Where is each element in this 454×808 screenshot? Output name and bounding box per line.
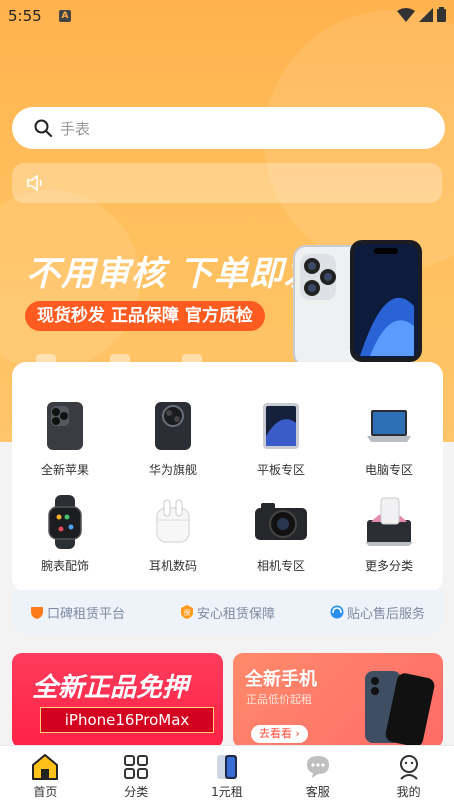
iphone-icon (37, 398, 93, 454)
home-icon (32, 754, 59, 780)
tab-label: 客服 (305, 785, 330, 799)
category-label: 相机专区 (256, 559, 305, 573)
guarantee-item: 贴心售后服务 (330, 603, 425, 622)
badge-icon: 保 (180, 605, 193, 619)
notification-badge-icon: A (59, 10, 71, 22)
tab-category[interactable]: 分类 (91, 746, 182, 808)
earbuds-icon (145, 494, 201, 550)
guarantee-item: 保 安心租赁保障 (180, 603, 275, 622)
guarantee-label: 口碑租赁平台 (47, 606, 126, 622)
promo-title: 全新正品免押 (32, 673, 189, 703)
guarantee-label: 安心租赁保障 (196, 606, 275, 622)
camera-icon (253, 494, 309, 550)
chat-icon (306, 756, 329, 778)
category-item[interactable]: 耳机数码 (123, 494, 223, 574)
banner-headline: 不用审核 下单即发 (26, 254, 319, 294)
more-icon (361, 494, 417, 550)
phone-thumb-icon (216, 755, 237, 779)
category-item[interactable]: 腕表配饰 (15, 494, 115, 574)
category-label: 耳机数码 (148, 559, 197, 573)
search-input[interactable]: 手表 (12, 107, 445, 149)
status-time: 5:55 (8, 7, 42, 25)
category-label: 腕表配饰 (40, 559, 89, 573)
tablet-icon (253, 398, 309, 454)
tab-label: 分类 (124, 785, 149, 799)
view-button[interactable]: 去看看 › (251, 725, 308, 743)
banner-tagline: 现货秒发 正品保障 官方质检 (25, 301, 265, 331)
watch-icon (37, 494, 93, 550)
phone-product-image (365, 671, 435, 747)
speaker-icon (27, 175, 42, 191)
tab-label: 1元租 (211, 785, 243, 799)
status-bar: 5:55 A (0, 0, 454, 32)
signal-icon (419, 7, 433, 22)
grid-icon (124, 755, 149, 779)
category-label: 平板专区 (256, 463, 305, 477)
shield-icon (31, 607, 43, 619)
iphone-product-image (293, 240, 422, 362)
tab-mine[interactable]: 我的 (363, 746, 454, 808)
announcement-bar[interactable] (12, 163, 442, 203)
category-label: 更多分类 (364, 559, 413, 573)
tab-one-yuan-rent[interactable]: 1元租 (182, 746, 273, 808)
category-label: 全新苹果 (40, 463, 89, 477)
category-card: 全新苹果 华为旗舰 平板专区 电脑专区 腕表配饰 耳机数码 相机专区 更多分类 (12, 362, 443, 592)
category-item[interactable]: 平板专区 (231, 398, 331, 478)
bottom-tab-bar: 首页 分类 1元租 客服 我的 (0, 745, 454, 808)
tab-home[interactable]: 首页 (0, 746, 91, 808)
category-label: 电脑专区 (364, 463, 413, 477)
headset-icon (330, 605, 344, 619)
guarantee-item: 口碑租赁平台 (30, 603, 125, 622)
category-item[interactable]: 电脑专区 (339, 398, 439, 478)
category-item[interactable]: 相机专区 (231, 494, 331, 574)
search-placeholder: 手表 (60, 119, 91, 138)
laptop-icon (361, 398, 417, 454)
guarantee-bar: 口碑租赁平台 保 安心租赁保障 贴心售后服务 (12, 590, 443, 634)
promo-card-iphone[interactable]: 全新正品免押 iPhone16ProMax (12, 653, 223, 748)
wifi-icon (397, 7, 415, 22)
search-icon (34, 119, 52, 137)
promo-title: 全新手机 (245, 669, 317, 690)
guarantee-label: 贴心售后服务 (346, 606, 425, 622)
tab-label: 我的 (396, 785, 421, 799)
promo-subtitle: 正品低价起租 (246, 693, 312, 706)
battery-icon (437, 7, 446, 22)
category-item[interactable]: 华为旗舰 (123, 398, 223, 478)
svg-text:保: 保 (183, 608, 190, 617)
status-icons (397, 7, 446, 22)
tab-label: 首页 (33, 785, 58, 799)
huawei-phone-icon (145, 398, 201, 454)
tab-customer-service[interactable]: 客服 (272, 746, 363, 808)
category-item[interactable]: 全新苹果 (15, 398, 115, 478)
category-label: 华为旗舰 (148, 463, 197, 477)
category-item[interactable]: 更多分类 (339, 494, 439, 574)
profile-icon (399, 755, 418, 780)
promo-ribbon: iPhone16ProMax (40, 707, 214, 733)
promo-card-new-phone[interactable]: 全新手机 正品低价起租 去看看 › (233, 653, 443, 748)
